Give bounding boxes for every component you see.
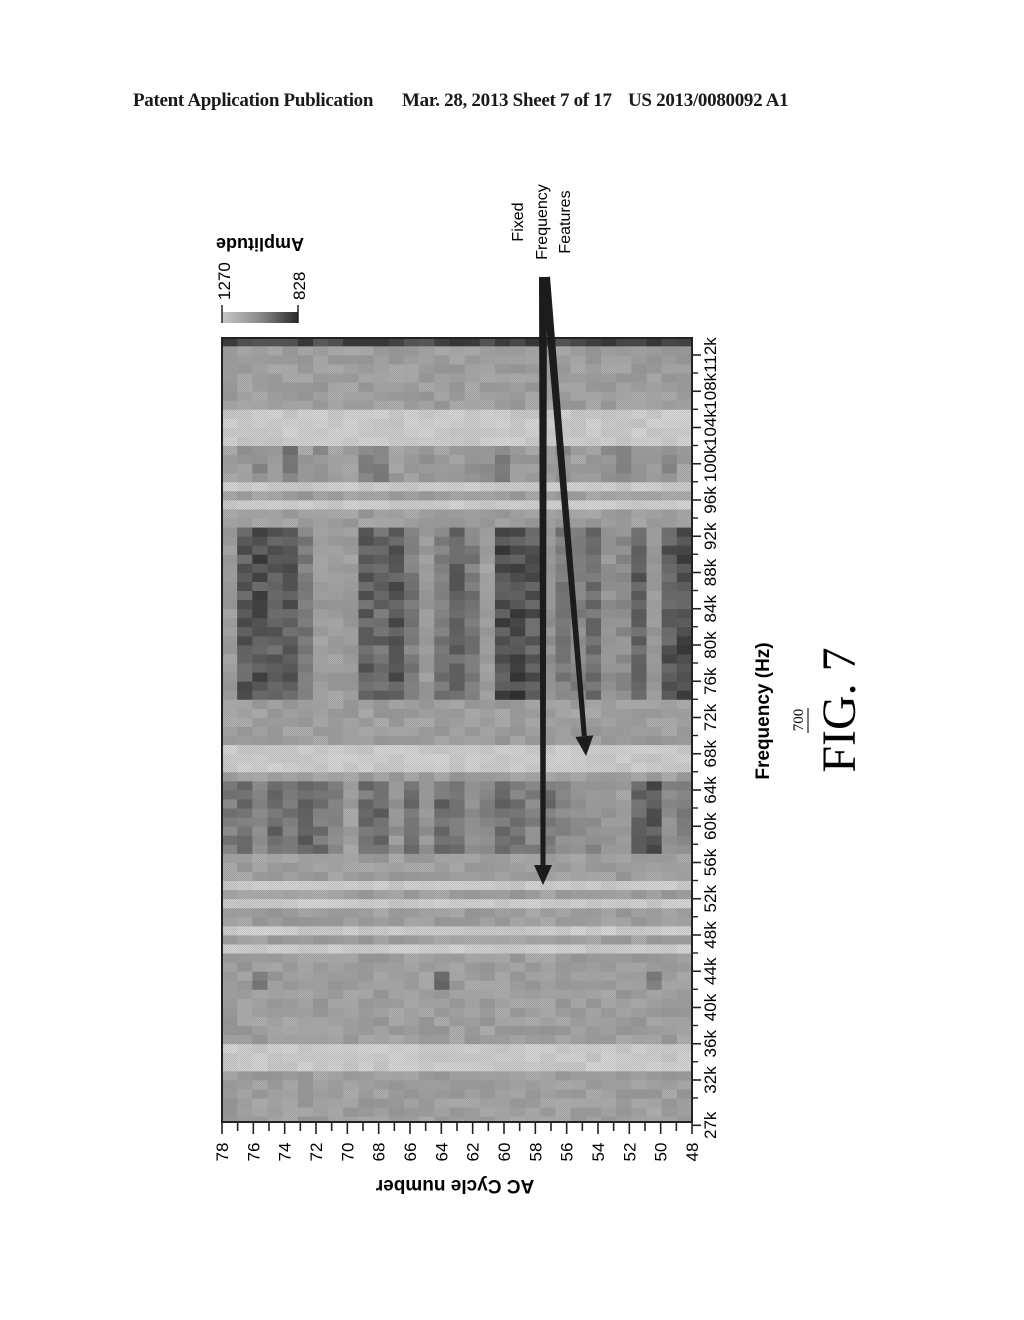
annotation-line-2: Frequency <box>534 184 551 260</box>
colorbar-title: Amplitude <box>216 234 304 254</box>
x-tick-label: 50 <box>652 1143 671 1162</box>
x-tick-label: 56 <box>558 1143 577 1162</box>
y-tick-label: 84k <box>701 595 720 623</box>
x-tick-label: 66 <box>401 1143 420 1162</box>
x-tick-label: 60 <box>495 1143 514 1162</box>
x-axis-ticks: 78 76 74 72 70 68 66 64 62 60 58 56 54 52 50 48 <box>213 1121 702 1162</box>
x-axis-label: AC Cycle number <box>375 1175 534 1196</box>
colorbar-min-label: 1270 <box>215 262 234 300</box>
colorbar <box>222 312 298 323</box>
y-tick-label: 80k <box>701 631 720 659</box>
x-tick-label: 52 <box>620 1143 639 1162</box>
x-tick-label: 70 <box>338 1143 357 1162</box>
heatmap-texture <box>222 338 692 1122</box>
y-tick-label: 60k <box>701 812 720 840</box>
y-tick-label: 76k <box>701 667 720 695</box>
y-tick-label: 40k <box>701 993 720 1021</box>
y-tick-label: 96k <box>701 486 720 514</box>
y-axis-label: Frequency (Hz) <box>753 642 774 779</box>
x-tick-label: 68 <box>370 1143 389 1162</box>
y-tick-label: 32k <box>701 1066 720 1094</box>
annotation-fixed-frequency-features: Fixed Frequency Features <box>510 184 574 260</box>
y-tick-label: 100k <box>701 445 720 482</box>
y-tick-label: 64k <box>701 776 720 804</box>
x-tick-label: 58 <box>526 1143 545 1162</box>
figure-7-heatmap: 78 76 74 72 70 68 66 64 62 60 58 56 54 52 50 48 27k 32k 3… <box>213 184 866 1196</box>
colorbar-max-label: 828 <box>290 272 309 300</box>
x-tick-label: 48 <box>683 1143 702 1162</box>
y-tick-label: 27k <box>701 1111 720 1139</box>
x-tick-label: 54 <box>589 1143 608 1162</box>
x-tick-label: 74 <box>276 1143 295 1162</box>
x-tick-label: 76 <box>244 1143 263 1162</box>
annotation-line-3: Features <box>557 190 574 253</box>
figure-label: FIG. 7 <box>813 647 866 772</box>
y-tick-label: 108k <box>701 372 720 409</box>
y-tick-label: 52k <box>701 885 720 913</box>
y-tick-label: 48k <box>701 921 720 949</box>
figure-ref-number: 700 <box>791 709 807 732</box>
x-tick-label: 72 <box>307 1143 326 1162</box>
y-tick-label: 44k <box>701 957 720 985</box>
y-axis-ticks: 27k 32k 36k 40k 44k 48k 52k 56k 60k 64k 68k 72k 76k 8… <box>691 337 720 1139</box>
y-tick-label: 36k <box>701 1030 720 1058</box>
y-tick-label: 92k <box>701 522 720 550</box>
y-tick-label: 88k <box>701 558 720 586</box>
y-tick-label: 56k <box>701 848 720 876</box>
y-tick-label: 72k <box>701 703 720 731</box>
x-tick-label: 62 <box>464 1143 483 1162</box>
y-tick-label: 112k <box>701 337 720 373</box>
y-tick-label: 104k <box>701 409 720 446</box>
y-tick-label: 68k <box>701 740 720 768</box>
annotation-line-1: Fixed <box>510 202 527 241</box>
x-tick-label: 78 <box>213 1143 232 1162</box>
x-tick-label: 64 <box>432 1143 451 1162</box>
